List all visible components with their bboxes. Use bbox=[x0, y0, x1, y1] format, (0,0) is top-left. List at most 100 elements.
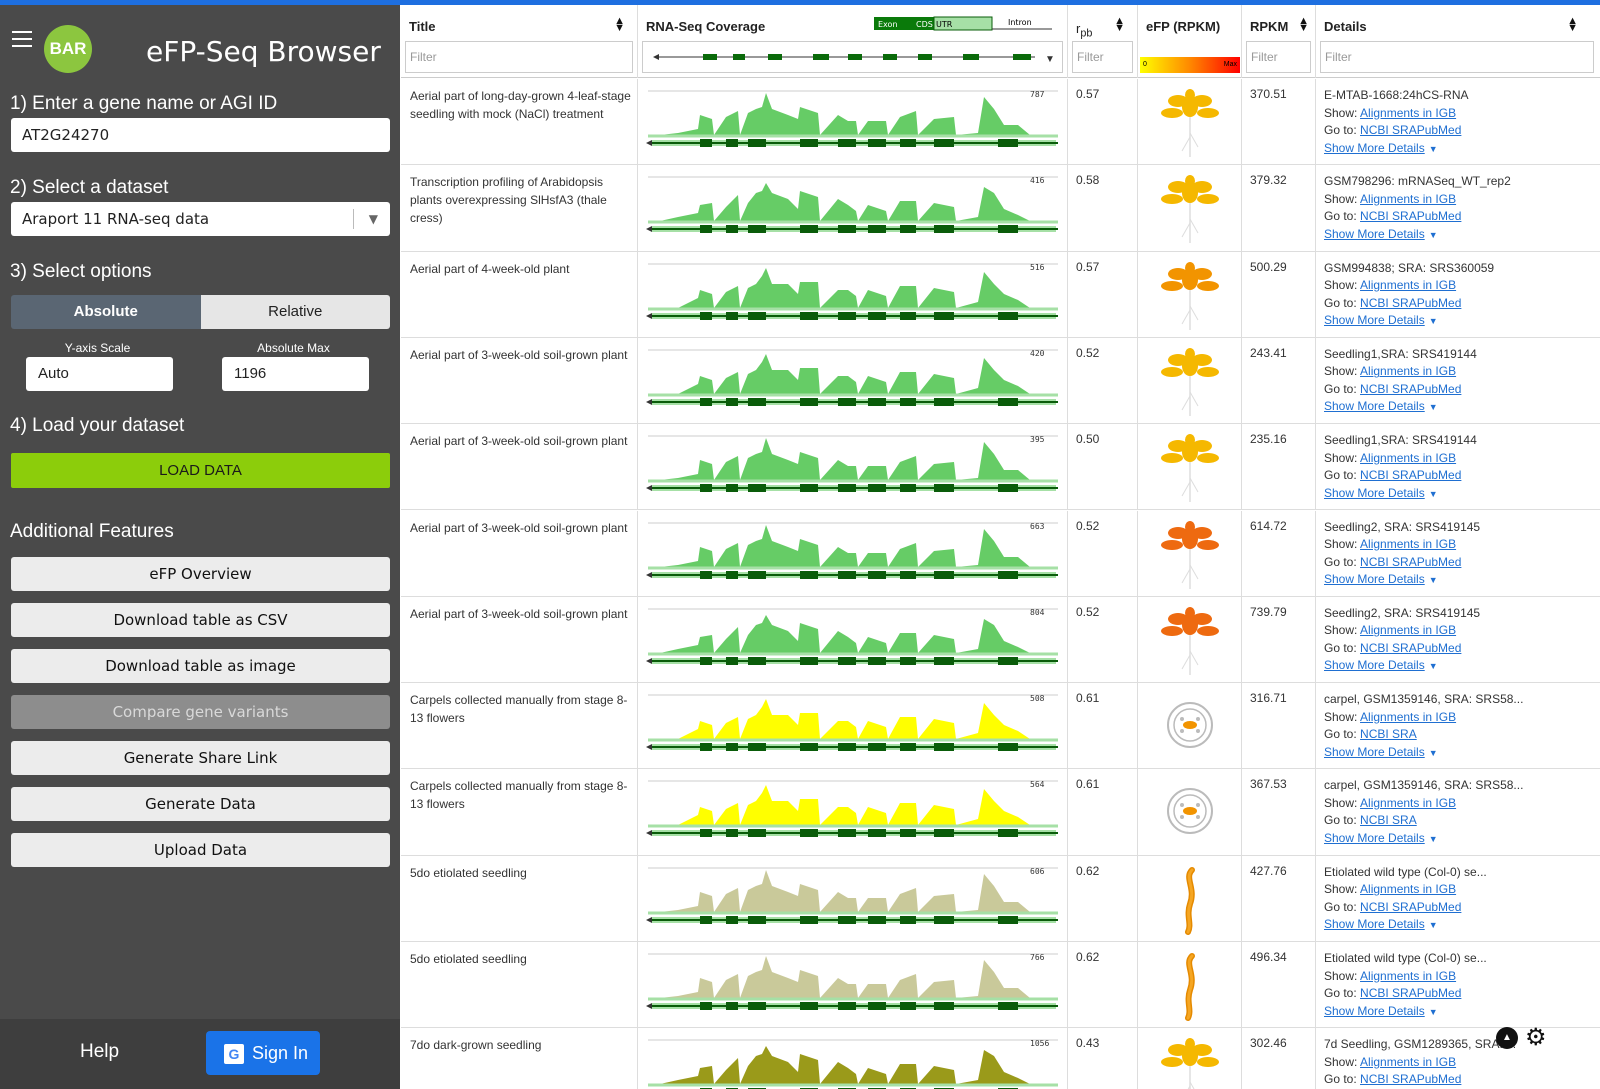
ncbi-link[interactable]: NCBI SRA bbox=[1360, 727, 1417, 741]
coverage-plot[interactable]: 787 bbox=[638, 79, 1068, 165]
efp-cell[interactable] bbox=[1138, 337, 1242, 424]
caret-down-icon[interactable]: ▼ bbox=[1429, 230, 1438, 240]
ncbi-link[interactable]: NCBI SRA bbox=[1360, 813, 1417, 827]
caret-down-icon[interactable]: ▼ bbox=[1429, 489, 1438, 499]
efp-cell[interactable] bbox=[1138, 596, 1242, 683]
show-more-details-link[interactable]: Show More Details bbox=[1324, 399, 1425, 413]
generate-data-button[interactable]: Generate Data bbox=[11, 787, 390, 821]
alignments-igb-link[interactable]: Alignments in IGB bbox=[1360, 623, 1456, 637]
load-data-button[interactable]: LOAD DATA bbox=[11, 453, 390, 488]
caret-down-icon[interactable]: ▼ bbox=[1429, 748, 1438, 758]
relative-button[interactable]: Relative bbox=[200, 295, 390, 329]
efp-cell[interactable] bbox=[1138, 165, 1242, 251]
alignments-igb-link[interactable]: Alignments in IGB bbox=[1360, 882, 1456, 896]
details-filter-input[interactable]: Filter bbox=[1320, 41, 1594, 73]
coverage-plot[interactable]: 420 bbox=[638, 337, 1068, 424]
efp-cell[interactable] bbox=[1138, 942, 1242, 1028]
coverage-filter-select[interactable]: ▼ bbox=[642, 41, 1063, 73]
coverage-plot[interactable]: 516 bbox=[638, 251, 1068, 337]
alignments-igb-link[interactable]: Alignments in IGB bbox=[1360, 364, 1456, 378]
efp-overview-button[interactable]: eFP Overview bbox=[11, 557, 390, 591]
rpkm-filter-input[interactable]: Filter bbox=[1246, 41, 1311, 73]
caret-down-icon[interactable]: ▼ bbox=[1429, 661, 1438, 671]
coverage-plot[interactable]: 606 bbox=[638, 855, 1068, 941]
alignments-igb-link[interactable]: Alignments in IGB bbox=[1360, 537, 1456, 551]
show-more-details-link[interactable]: Show More Details bbox=[1324, 141, 1425, 155]
caret-down-icon[interactable]: ▼ bbox=[1429, 575, 1438, 585]
alignments-igb-link[interactable]: Alignments in IGB bbox=[1360, 969, 1456, 983]
efp-cell[interactable] bbox=[1138, 510, 1242, 596]
alignments-igb-link[interactable]: Alignments in IGB bbox=[1360, 451, 1456, 465]
efp-cell[interactable] bbox=[1138, 79, 1242, 165]
menu-icon[interactable] bbox=[12, 31, 32, 52]
ncbi-link[interactable]: NCBI SRAPubMed bbox=[1360, 900, 1461, 914]
alignments-igb-link[interactable]: Alignments in IGB bbox=[1360, 1055, 1456, 1069]
exon-block bbox=[934, 570, 954, 579]
scroll-top-icon[interactable]: ▲ bbox=[1496, 1027, 1518, 1049]
caret-down-icon[interactable]: ▼ bbox=[1429, 144, 1438, 154]
title-filter-input[interactable]: Filter bbox=[405, 41, 633, 73]
show-more-details-link[interactable]: Show More Details bbox=[1324, 917, 1425, 931]
efp-cell[interactable] bbox=[1138, 251, 1242, 337]
show-more-details-link[interactable]: Show More Details bbox=[1324, 486, 1425, 500]
alignments-igb-link[interactable]: Alignments in IGB bbox=[1360, 710, 1456, 724]
efp-cell[interactable] bbox=[1138, 855, 1242, 941]
coverage-plot[interactable]: 395 bbox=[638, 424, 1068, 510]
coverage-plot[interactable]: 564 bbox=[638, 769, 1068, 855]
alignments-igb-link[interactable]: Alignments in IGB bbox=[1360, 106, 1456, 120]
show-more-details-link[interactable]: Show More Details bbox=[1324, 658, 1425, 672]
sign-in-button[interactable]: G Sign In bbox=[206, 1031, 320, 1075]
efp-cell[interactable] bbox=[1138, 683, 1242, 769]
alignments-igb-link[interactable]: Alignments in IGB bbox=[1360, 278, 1456, 292]
details-line: Seedling1,SRA: SRS419144 bbox=[1324, 433, 1477, 448]
dataset-select[interactable]: Araport 11 RNA-seq data ▼ bbox=[11, 202, 390, 236]
yaxis-scale-input[interactable]: Auto bbox=[26, 357, 173, 391]
coverage-plot[interactable]: 1056 bbox=[638, 1028, 1068, 1089]
share-link-button[interactable]: Generate Share Link bbox=[11, 741, 390, 775]
ncbi-link[interactable]: NCBI SRAPubMed bbox=[1360, 209, 1461, 223]
sort-icon[interactable]: ▲ ▼ bbox=[614, 16, 625, 34]
coverage-plot[interactable]: 663 bbox=[638, 510, 1068, 596]
efp-cell[interactable] bbox=[1138, 1028, 1242, 1089]
absolute-button[interactable]: Absolute bbox=[11, 295, 201, 329]
ncbi-link[interactable]: NCBI SRAPubMed bbox=[1360, 986, 1461, 1000]
show-more-details-link[interactable]: Show More Details bbox=[1324, 1004, 1425, 1018]
ncbi-link[interactable]: NCBI SRAPubMed bbox=[1360, 123, 1461, 137]
rpb-filter-input[interactable]: Filter bbox=[1072, 41, 1133, 73]
sort-icon[interactable]: ▲ ▼ bbox=[1114, 16, 1125, 34]
alignments-igb-link[interactable]: Alignments in IGB bbox=[1360, 192, 1456, 206]
download-csv-button[interactable]: Download table as CSV bbox=[11, 603, 390, 637]
absolute-max-input[interactable]: 1196 bbox=[222, 357, 369, 391]
caret-down-icon[interactable]: ▼ bbox=[1429, 834, 1438, 844]
ncbi-link[interactable]: NCBI SRAPubMed bbox=[1360, 296, 1461, 310]
show-more-details-link[interactable]: Show More Details bbox=[1324, 745, 1425, 759]
caret-down-icon[interactable]: ▼ bbox=[1429, 920, 1438, 930]
efp-cell[interactable] bbox=[1138, 424, 1242, 510]
upload-data-button[interactable]: Upload Data bbox=[11, 833, 390, 867]
ncbi-link[interactable]: NCBI SRAPubMed bbox=[1360, 555, 1461, 569]
show-more-details-link[interactable]: Show More Details bbox=[1324, 572, 1425, 586]
ncbi-link[interactable]: NCBI SRAPubMed bbox=[1360, 468, 1461, 482]
download-image-button[interactable]: Download table as image bbox=[11, 649, 390, 683]
coverage-plot[interactable]: 804 bbox=[638, 596, 1068, 683]
coverage-plot[interactable]: 766 bbox=[638, 942, 1068, 1028]
coverage-plot[interactable]: 508 bbox=[638, 683, 1068, 769]
gene-input[interactable]: AT2G24270 bbox=[11, 118, 390, 152]
caret-down-icon[interactable]: ▼ bbox=[1429, 316, 1438, 326]
compare-variants-button[interactable]: Compare gene variants bbox=[11, 695, 390, 729]
show-more-details-link[interactable]: Show More Details bbox=[1324, 831, 1425, 845]
help-link[interactable]: Help bbox=[80, 1041, 119, 1063]
show-more-details-link[interactable]: Show More Details bbox=[1324, 313, 1425, 327]
caret-down-icon[interactable]: ▼ bbox=[1429, 1007, 1438, 1017]
alignments-igb-link[interactable]: Alignments in IGB bbox=[1360, 796, 1456, 810]
sort-icon[interactable]: ▲ ▼ bbox=[1567, 16, 1578, 34]
caret-down-icon[interactable]: ▼ bbox=[1429, 402, 1438, 412]
ncbi-link[interactable]: NCBI SRAPubMed bbox=[1360, 1072, 1461, 1086]
ncbi-link[interactable]: NCBI SRAPubMed bbox=[1360, 641, 1461, 655]
gear-icon[interactable]: ⚙ bbox=[1525, 1023, 1547, 1052]
efp-cell[interactable] bbox=[1138, 769, 1242, 855]
show-more-details-link[interactable]: Show More Details bbox=[1324, 227, 1425, 241]
sort-icon[interactable]: ▲ ▼ bbox=[1298, 16, 1309, 34]
ncbi-link[interactable]: NCBI SRAPubMed bbox=[1360, 382, 1461, 396]
coverage-plot[interactable]: 416 bbox=[638, 165, 1068, 251]
